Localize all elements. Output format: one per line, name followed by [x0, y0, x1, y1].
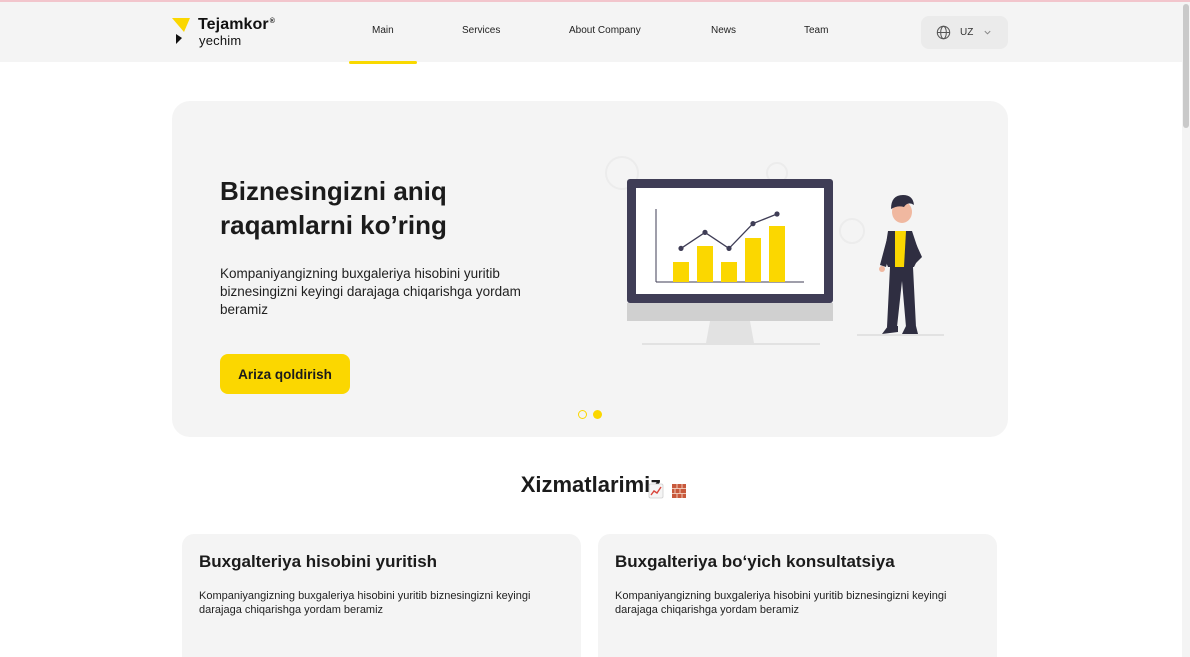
service-card-title: Buxgalteriya bo‘yich konsultatsiya: [615, 552, 895, 571]
chart-point: [678, 245, 684, 251]
chart-point: [726, 245, 732, 251]
nav-news[interactable]: News: [711, 25, 736, 36]
site-header: Tejamkor® yechim Main Services About Com…: [0, 2, 1182, 64]
nav-team[interactable]: Team: [804, 25, 828, 36]
chart-bar: [721, 262, 737, 282]
chart-bar: [769, 226, 785, 282]
logo-title: Tejamkor®: [198, 16, 276, 33]
globe-icon: [936, 25, 951, 40]
hero-banner: Biznesingizni aniq raqamlarni ko’ring Ko…: [172, 101, 1008, 437]
chart-bar: [673, 262, 689, 282]
apply-button[interactable]: Ariza qoldirish: [220, 354, 350, 394]
nav-services[interactable]: Services: [462, 25, 500, 36]
chart-increasing-emoji-icon: [648, 483, 664, 499]
chart-point: [702, 229, 708, 235]
nav-main[interactable]: Main: [372, 25, 394, 36]
service-card-text: Kompaniyangizning buxgaleriya hisobini y…: [615, 590, 947, 616]
services-heading: Xizmatlarimiz: [520, 472, 662, 497]
registered-mark: ®: [269, 17, 276, 25]
slider-pagination: [578, 410, 604, 420]
logo-subtitle: yechim: [199, 33, 242, 48]
analytics-illustration: [605, 156, 944, 345]
service-card-consulting[interactable]: Buxgalteriya bo‘yich konsultatsiya Kompa…: [598, 534, 997, 657]
service-card-text: Kompaniyangizning buxgaleriya hisobini y…: [199, 590, 531, 616]
logo-mark-icon: [172, 18, 190, 44]
chevron-down-icon: [984, 30, 991, 35]
language-label: UZ: [960, 27, 974, 38]
chart-bar: [697, 246, 713, 282]
service-card-title: Buxgalteriya hisobini yuritish: [199, 552, 438, 571]
nav-active-indicator: [349, 61, 417, 64]
chart-point: [750, 221, 756, 227]
scrollbar-thumb[interactable]: [1183, 4, 1189, 128]
language-selector[interactable]: UZ: [921, 16, 1008, 49]
nav-about-company[interactable]: About Company: [569, 25, 641, 36]
chart-bar: [745, 238, 761, 282]
slider-dot-2[interactable]: [593, 410, 602, 419]
hero-title: Biznesingizni aniq raqamlarni ko’ring: [220, 176, 447, 240]
logo[interactable]: Tejamkor® yechim: [172, 16, 292, 50]
person-figure: [857, 195, 944, 336]
slider-dot-1[interactable]: [578, 410, 587, 419]
scrollbar[interactable]: [1182, 2, 1190, 657]
service-card-accounting[interactable]: Buxgalteriya hisobini yuritish Kompaniya…: [182, 534, 581, 657]
hero-description: Kompaniyangizning buxgaleriya hisobini y…: [220, 266, 521, 317]
bricks-emoji-icon: [672, 484, 686, 498]
chart-point: [774, 211, 780, 217]
